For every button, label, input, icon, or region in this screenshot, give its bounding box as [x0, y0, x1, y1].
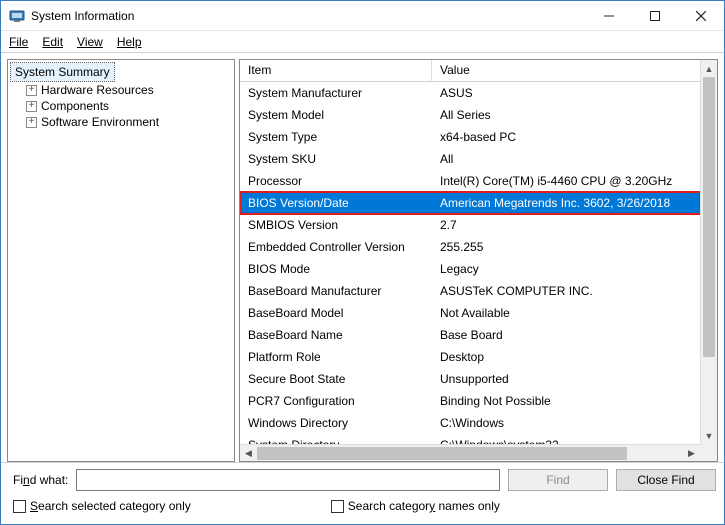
cell-value: All Series: [432, 108, 700, 122]
table-row[interactable]: System ManufacturerASUS: [240, 82, 700, 104]
tree-item[interactable]: + Software Environment: [8, 114, 234, 130]
horizontal-scrollbar[interactable]: ◀ ▶: [240, 444, 700, 461]
checkbox-icon: [13, 500, 26, 513]
details-list: Item Value System ManufacturerASUSSystem…: [239, 59, 718, 462]
menu-bar: File Edit View Help: [1, 31, 724, 53]
checkbox-icon: [331, 500, 344, 513]
column-header-item[interactable]: Item: [240, 60, 432, 81]
scrollbar-corner: [700, 444, 717, 461]
maximize-button[interactable]: [632, 1, 678, 31]
search-selected-category-checkbox[interactable]: Search selected category only: [13, 499, 191, 513]
table-row[interactable]: BaseBoard NameBase Board: [240, 324, 700, 346]
cell-item: BIOS Version/Date: [240, 196, 432, 210]
search-category-names-checkbox[interactable]: Search category names only: [331, 499, 500, 513]
tree-item[interactable]: + Hardware Resources: [8, 82, 234, 98]
app-icon: [9, 8, 25, 24]
table-row[interactable]: System ModelAll Series: [240, 104, 700, 126]
tree-item-label: Components: [41, 99, 109, 113]
cell-item: System Model: [240, 108, 432, 122]
category-tree[interactable]: System Summary + Hardware Resources + Compo…: [7, 59, 235, 462]
cell-item: BaseBoard Name: [240, 328, 432, 342]
table-row[interactable]: BIOS Version/DateAmerican Megatrends Inc…: [240, 192, 700, 214]
menu-edit[interactable]: Edit: [42, 35, 63, 49]
cell-item: System Type: [240, 130, 432, 144]
cell-value: Not Available: [432, 306, 700, 320]
cell-value: x64-based PC: [432, 130, 700, 144]
cell-value: Intel(R) Core(TM) i5-4460 CPU @ 3.20GHz: [432, 174, 700, 188]
close-find-button[interactable]: Close Find: [616, 469, 716, 491]
cell-item: SMBIOS Version: [240, 218, 432, 232]
cell-value: C:\Windows: [432, 416, 700, 430]
menu-file[interactable]: File: [9, 35, 28, 49]
table-row[interactable]: BIOS ModeLegacy: [240, 258, 700, 280]
find-panel: Find what: Find Close Find Search select…: [1, 462, 724, 524]
cell-value: All: [432, 152, 700, 166]
cell-value: Binding Not Possible: [432, 394, 700, 408]
cell-item: BIOS Mode: [240, 262, 432, 276]
cell-item: Platform Role: [240, 350, 432, 364]
table-row[interactable]: SMBIOS Version2.7: [240, 214, 700, 236]
cell-item: System Manufacturer: [240, 86, 432, 100]
table-row[interactable]: BaseBoard ManufacturerASUSTeK COMPUTER I…: [240, 280, 700, 302]
tree-root-system-summary[interactable]: System Summary: [10, 62, 115, 82]
scroll-down-icon[interactable]: ▼: [701, 427, 717, 444]
cell-item: Secure Boot State: [240, 372, 432, 386]
table-row[interactable]: BaseBoard ModelNot Available: [240, 302, 700, 324]
cell-value: ASUS: [432, 86, 700, 100]
close-button[interactable]: [678, 1, 724, 31]
table-row[interactable]: System DirectoryC:\Windows\system32: [240, 434, 700, 444]
menu-view[interactable]: View: [77, 35, 103, 49]
cell-item: BaseBoard Model: [240, 306, 432, 320]
expand-icon[interactable]: +: [26, 117, 37, 128]
minimize-button[interactable]: [586, 1, 632, 31]
find-button[interactable]: Find: [508, 469, 608, 491]
cell-item: Windows Directory: [240, 416, 432, 430]
cell-item: System SKU: [240, 152, 432, 166]
cell-value: Base Board: [432, 328, 700, 342]
window-title: System Information: [31, 9, 134, 23]
cell-value: 2.7: [432, 218, 700, 232]
table-row[interactable]: Secure Boot StateUnsupported: [240, 368, 700, 390]
cell-value: Desktop: [432, 350, 700, 364]
scroll-left-icon[interactable]: ◀: [240, 445, 257, 462]
scroll-up-icon[interactable]: ▲: [701, 60, 717, 77]
table-row[interactable]: System SKUAll: [240, 148, 700, 170]
cell-value: ASUSTeK COMPUTER INC.: [432, 284, 700, 298]
cell-item: PCR7 Configuration: [240, 394, 432, 408]
cell-item: Embedded Controller Version: [240, 240, 432, 254]
column-header-value[interactable]: Value: [432, 60, 717, 81]
cell-value: Legacy: [432, 262, 700, 276]
cell-item: Processor: [240, 174, 432, 188]
expand-icon[interactable]: +: [26, 101, 37, 112]
cell-value: Unsupported: [432, 372, 700, 386]
cell-value: American Megatrends Inc. 3602, 3/26/2018: [432, 196, 700, 210]
title-bar: System Information: [1, 1, 724, 31]
tree-item-label: Software Environment: [41, 115, 159, 129]
tree-item[interactable]: + Components: [8, 98, 234, 114]
cell-value: 255.255: [432, 240, 700, 254]
horizontal-scroll-thumb[interactable]: [257, 447, 627, 460]
table-row[interactable]: Windows DirectoryC:\Windows: [240, 412, 700, 434]
scroll-right-icon[interactable]: ▶: [683, 445, 700, 462]
vertical-scrollbar[interactable]: ▲ ▼: [700, 60, 717, 444]
table-row[interactable]: PCR7 ConfigurationBinding Not Possible: [240, 390, 700, 412]
vertical-scroll-thumb[interactable]: [703, 77, 715, 357]
list-header-row: Item Value: [240, 60, 717, 82]
menu-help[interactable]: Help: [117, 35, 142, 49]
expand-icon[interactable]: +: [26, 85, 37, 96]
table-row[interactable]: Platform RoleDesktop: [240, 346, 700, 368]
tree-item-label: Hardware Resources: [41, 83, 154, 97]
table-row[interactable]: Embedded Controller Version255.255: [240, 236, 700, 258]
table-row[interactable]: ProcessorIntel(R) Core(TM) i5-4460 CPU @…: [240, 170, 700, 192]
find-input[interactable]: [76, 469, 500, 491]
cell-item: BaseBoard Manufacturer: [240, 284, 432, 298]
find-label: Find what:: [13, 473, 68, 487]
table-row[interactable]: System Typex64-based PC: [240, 126, 700, 148]
